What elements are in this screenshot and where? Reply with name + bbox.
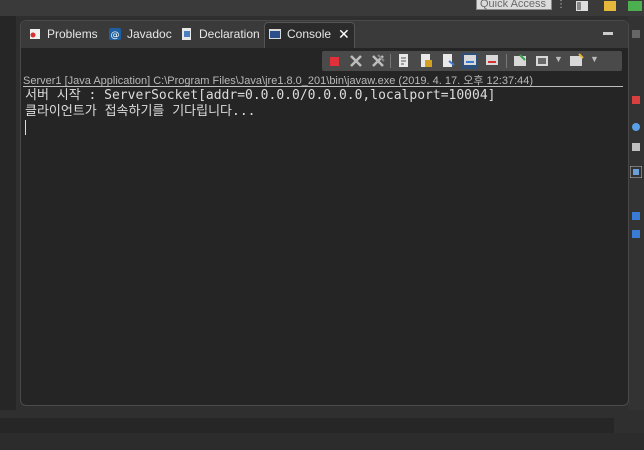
svg-text:@: @ <box>111 31 120 41</box>
tab-label: Problems <box>47 27 98 41</box>
remove-launch-icon[interactable] <box>348 53 364 69</box>
javadoc-trim-icon[interactable] <box>632 123 640 131</box>
chevron-down-icon[interactable]: ▼ <box>590 54 599 64</box>
status-bar <box>0 433 644 450</box>
tab-label: Declaration <box>199 27 260 41</box>
pin-console-icon[interactable] <box>512 53 528 69</box>
show-console-on-stdout-icon[interactable] <box>462 53 478 69</box>
restore-view-icon[interactable] <box>632 96 640 104</box>
tab-problems[interactable]: Problems <box>25 23 101 46</box>
toolbar-separator <box>506 54 507 68</box>
console-output[interactable]: 서버 시작 : ServerSocket[addr=0.0.0.0/0.0.0.… <box>25 88 625 136</box>
tab-label: Javadoc <box>127 27 172 41</box>
console-line <box>25 120 625 136</box>
clear-console-icon[interactable] <box>396 53 412 69</box>
java-perspective-icon[interactable] <box>604 1 616 11</box>
console-line: 클라이언트가 접속하기를 기다립니다... <box>25 104 256 119</box>
console-icon <box>269 29 281 39</box>
chevron-down-icon[interactable]: ▼ <box>554 54 563 64</box>
tab-javadoc[interactable]: @ Javadoc <box>105 23 175 46</box>
editor-area-strip <box>0 16 16 410</box>
display-selected-console-icon[interactable] <box>534 53 550 69</box>
console-line: 서버 시작 : ServerSocket[addr=0.0.0.0/0.0.0.… <box>25 88 496 103</box>
open-console-icon[interactable] <box>568 53 584 69</box>
declaration-trim-icon[interactable] <box>632 143 640 151</box>
open-perspective-icon[interactable] <box>576 1 588 11</box>
console-trim-icon[interactable] <box>630 166 642 178</box>
close-icon[interactable]: ✕ <box>338 23 350 46</box>
console-toolbar: ▼ ▼ <box>322 51 622 71</box>
console-view: Problems @ Javadoc Declaration Console ✕… <box>20 20 629 406</box>
tab-declaration[interactable]: Declaration <box>177 23 263 46</box>
remove-all-terminated-icon[interactable] <box>370 53 386 69</box>
text-cursor <box>25 120 26 135</box>
bottom-panel-strip <box>0 418 614 433</box>
show-console-on-stderr-icon[interactable] <box>484 53 500 69</box>
tab-label: Console <box>287 27 332 41</box>
right-trim-bar <box>628 16 644 410</box>
debug-perspective-icon[interactable] <box>628 1 642 11</box>
quick-access-menu-icon[interactable]: ⋮ <box>556 0 566 10</box>
word-wrap-icon[interactable] <box>440 53 456 69</box>
javadoc-icon: @ <box>109 28 121 40</box>
quick-access-field[interactable]: Quick Access <box>476 0 552 10</box>
toolbar-separator <box>390 54 391 68</box>
tab-console[interactable]: Console ✕ <box>264 22 355 48</box>
top-toolbar-strip: Quick Access ⋮ <box>0 0 644 16</box>
divider <box>23 86 623 87</box>
problems-icon <box>30 29 40 39</box>
minimize-view-icon[interactable]: ▬ <box>603 27 613 38</box>
outline-trim-icon[interactable] <box>632 212 640 220</box>
task-list-trim-icon[interactable] <box>632 230 640 238</box>
terminate-icon[interactable] <box>326 53 342 69</box>
declaration-icon <box>182 28 191 40</box>
view-tab-bar: Problems @ Javadoc Declaration Console ✕… <box>21 21 628 48</box>
scroll-lock-icon[interactable] <box>418 53 434 69</box>
minimized-view-icon[interactable] <box>632 30 640 38</box>
